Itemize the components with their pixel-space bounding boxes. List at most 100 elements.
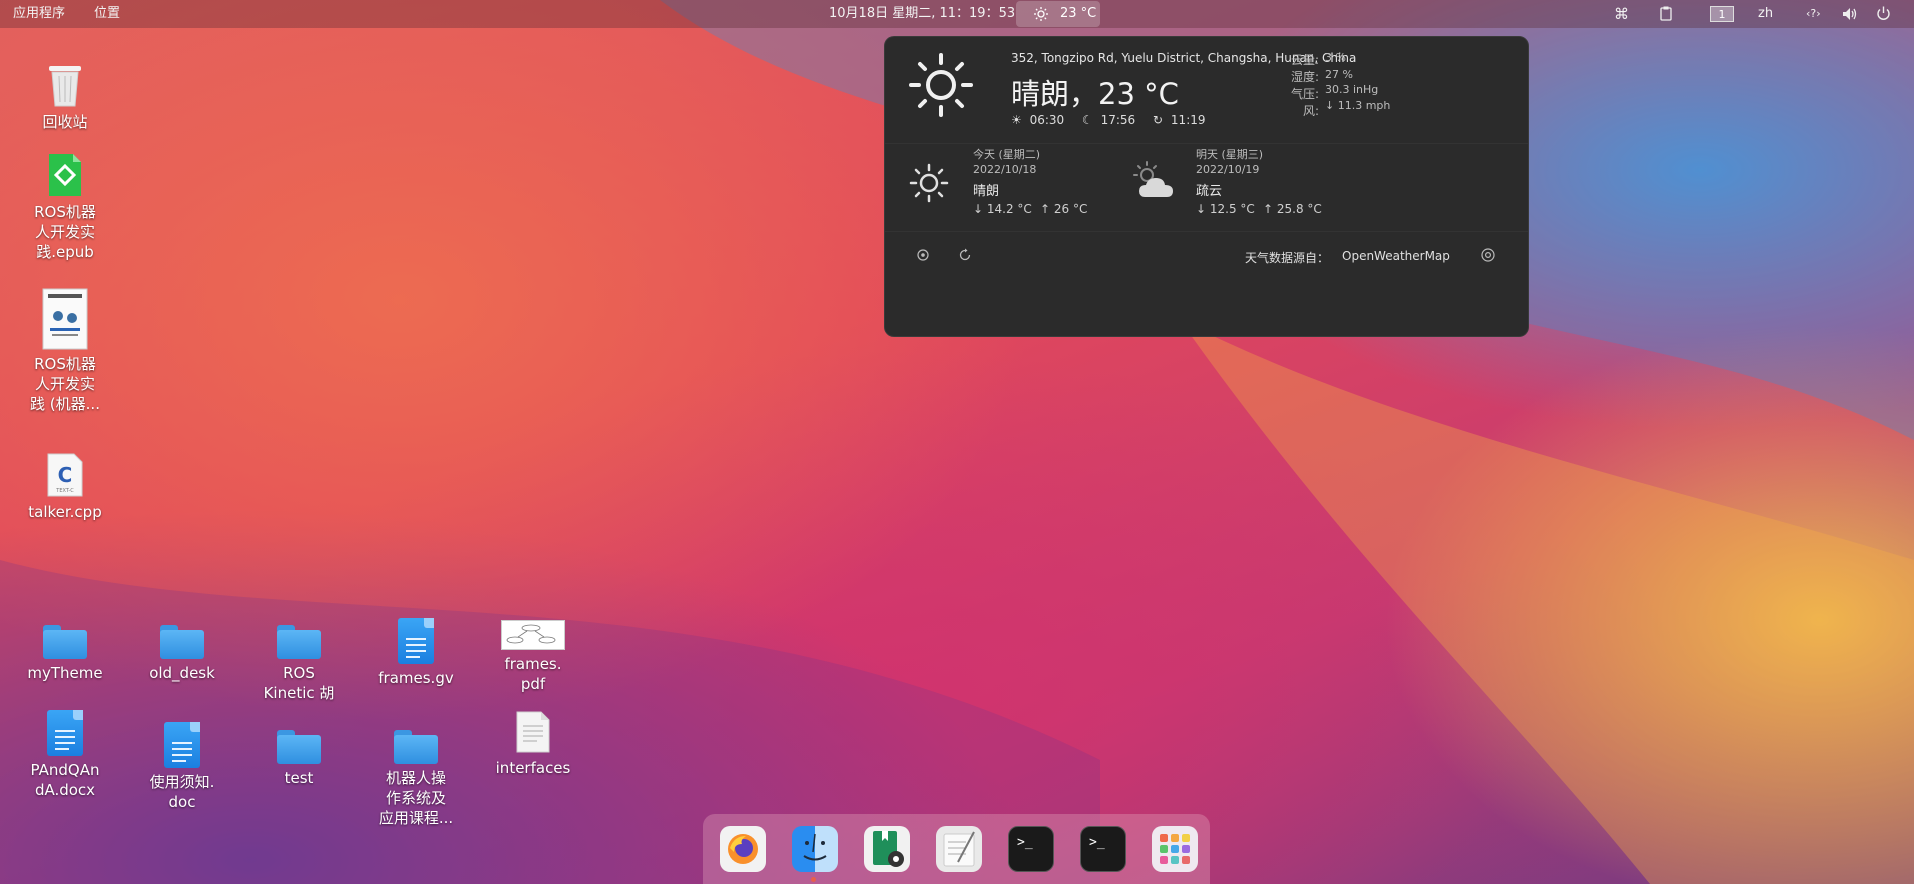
folder-icon <box>160 625 204 659</box>
folder-icon <box>277 625 321 659</box>
desktop-icon-frames-pdf[interactable]: frames. pdf <box>483 620 583 694</box>
folder-icon <box>277 730 321 764</box>
desktop-icon-label: frames. pdf <box>504 655 562 693</box>
refresh-time-icon: ↻ <box>1153 113 1164 127</box>
desktop-icon-interfaces[interactable]: interfaces <box>483 710 583 778</box>
firefox-icon[interactable] <box>720 826 766 872</box>
current-condition: 晴朗，23 °C <box>1011 77 1179 111</box>
source-label: 天气数据源自： <box>1245 251 1330 265</box>
desktop-icon-usage-notes[interactable]: 使用须知. doc <box>132 722 232 812</box>
sunrise-time: 06:30 <box>1029 113 1065 127</box>
divider <box>885 231 1528 232</box>
forecast-day: 今天 (星期二) <box>973 148 1041 161</box>
desktop-icon-old-desk[interactable]: old_desk <box>132 625 232 683</box>
desktop-icon-trash[interactable]: 回收站 <box>15 60 115 132</box>
desktop-icon-test[interactable]: test <box>249 730 349 788</box>
desktop-icon-label: ROS Kinetic 胡 <box>263 664 335 702</box>
settings-icon[interactable] <box>1480 247 1496 263</box>
folder-icon <box>394 730 438 764</box>
sun-icon <box>1034 7 1048 21</box>
forecast-day: 明天 (星期三) <box>1196 148 1264 161</box>
document-icon <box>398 618 434 664</box>
document-icon <box>47 710 83 756</box>
applications-menu[interactable]: 应用程序 <box>13 0 65 28</box>
partly-cloudy-icon <box>1133 161 1173 197</box>
folder-icon <box>43 625 87 659</box>
desktop-icon-ros-kinetic[interactable]: ROS Kinetic 胡 <box>249 625 349 703</box>
forecast-date: 2022/10/18 <box>973 163 1037 176</box>
moon-icon: ☾ <box>1082 113 1093 127</box>
epub-icon <box>49 154 81 196</box>
weather-indicator-button[interactable]: 23 °C <box>1016 1 1100 27</box>
divider <box>885 143 1528 144</box>
running-indicator <box>811 877 816 882</box>
desktop-icon-pdf-book[interactable]: ROS机器 人开发实 践 (机器... <box>15 288 115 414</box>
forecast-condition: 疏云 <box>1196 184 1223 199</box>
terminal-icon[interactable]: >_ <box>1008 826 1054 872</box>
detail-value: ↓ 11.3 mph <box>1325 99 1391 112</box>
document-viewer-icon[interactable] <box>864 826 910 872</box>
desktop-icon-robot-os-course[interactable]: 机器人操 作系统及 应用课程... <box>366 730 466 828</box>
desktop-icon-label: interfaces <box>495 759 571 777</box>
cpp-file-icon: C TEXT-C <box>47 453 83 497</box>
locate-icon[interactable] <box>916 248 930 262</box>
sunset-time: 17:56 <box>1100 113 1136 127</box>
detail-value: 27 % <box>1325 68 1353 81</box>
text-file-icon <box>516 711 550 753</box>
desktop-icon-label: frames.gv <box>378 669 454 687</box>
weather-popup: 352, Tongzipo Rd, Yuelu District, Changs… <box>884 36 1529 337</box>
desktop-icon-epub[interactable]: ROS机器 人开发实 践.epub <box>15 152 115 262</box>
forecast-low: ↓ 14.2 °C <box>973 202 1032 216</box>
forecast-low: ↓ 12.5 °C <box>1196 202 1255 216</box>
detail-value: 30.3 inHg <box>1325 83 1379 96</box>
svg-text:C: C <box>58 463 73 487</box>
forecast-condition: 晴朗 <box>973 184 1000 199</box>
places-menu[interactable]: 位置 <box>94 0 120 28</box>
forecast-high: ↑ 25.8 °C <box>1263 202 1322 216</box>
desktop-icon-label: test <box>284 769 314 787</box>
workspace-indicator[interactable]: 1 <box>1710 6 1734 22</box>
text-editor-icon[interactable] <box>936 826 982 872</box>
sun-icon <box>909 163 949 203</box>
desktop-icon-label: 使用须知. doc <box>149 773 215 811</box>
updated-time: 11:19 <box>1170 113 1206 127</box>
clipboard-icon[interactable] <box>1660 6 1672 21</box>
input-language[interactable]: zh <box>1758 0 1773 28</box>
finder-icon[interactable] <box>792 826 838 872</box>
sun-times: ☀ 06:30 ☾ 17:56 ↻ 11:19 <box>1011 113 1206 127</box>
terminal-icon[interactable]: >_ <box>1080 826 1126 872</box>
desktop-icon-label: talker.cpp <box>28 503 102 521</box>
keyboard-shortcut-icon[interactable]: ⌘ <box>1614 0 1629 28</box>
pdf-book-icon <box>42 288 88 350</box>
pdf-thumb-icon <box>501 620 565 650</box>
desktop-icon-mytheme[interactable]: myTheme <box>15 625 115 683</box>
detail-label: 湿度: <box>1290 70 1319 84</box>
clock[interactable]: 10月18日 星期二, 11：19：53 <box>829 0 1015 28</box>
document-icon <box>164 722 200 768</box>
desktop-icon-label: ROS机器 人开发实 践 (机器... <box>30 355 100 413</box>
volume-icon[interactable] <box>1842 7 1858 21</box>
desktop-icon-talker-cpp[interactable]: C TEXT-C talker.cpp <box>15 452 115 522</box>
desktop-icon-label: PAndQAn dA.docx <box>30 761 100 799</box>
desktop-icon-label: old_desk <box>149 664 215 682</box>
desktop-icon-label: 回收站 <box>42 113 88 131</box>
source-link[interactable]: OpenWeatherMap <box>1342 249 1450 263</box>
svg-text:TEXT-C: TEXT-C <box>55 488 74 494</box>
power-icon[interactable] <box>1876 6 1891 21</box>
weather-temp: 23 °C <box>1060 6 1097 21</box>
trash-icon <box>49 66 81 107</box>
sunrise-icon: ☀ <box>1011 113 1022 127</box>
dock: >_ >_ <box>703 814 1210 884</box>
app-grid-icon[interactable] <box>1152 826 1198 872</box>
network-icon[interactable]: ‹?› <box>1806 0 1821 28</box>
refresh-icon[interactable] <box>958 248 972 262</box>
forecast-date: 2022/10/19 <box>1196 163 1260 176</box>
desktop-icon-frames-gv[interactable]: frames.gv <box>366 618 466 688</box>
sun-icon <box>909 53 973 117</box>
desktop-icon-label: 机器人操 作系统及 应用课程... <box>378 769 454 827</box>
top-bar: 应用程序 位置 10月18日 星期二, 11：19：53 23 °C ⌘ 1 z… <box>0 0 1914 28</box>
desktop-icon-label: ROS机器 人开发实 践.epub <box>34 203 96 261</box>
desktop-icon-pandqanda[interactable]: PAndQAn dA.docx <box>15 710 115 800</box>
detail-label: 气压: <box>1290 87 1319 101</box>
forecast-high: ↑ 26 °C <box>1040 202 1088 216</box>
